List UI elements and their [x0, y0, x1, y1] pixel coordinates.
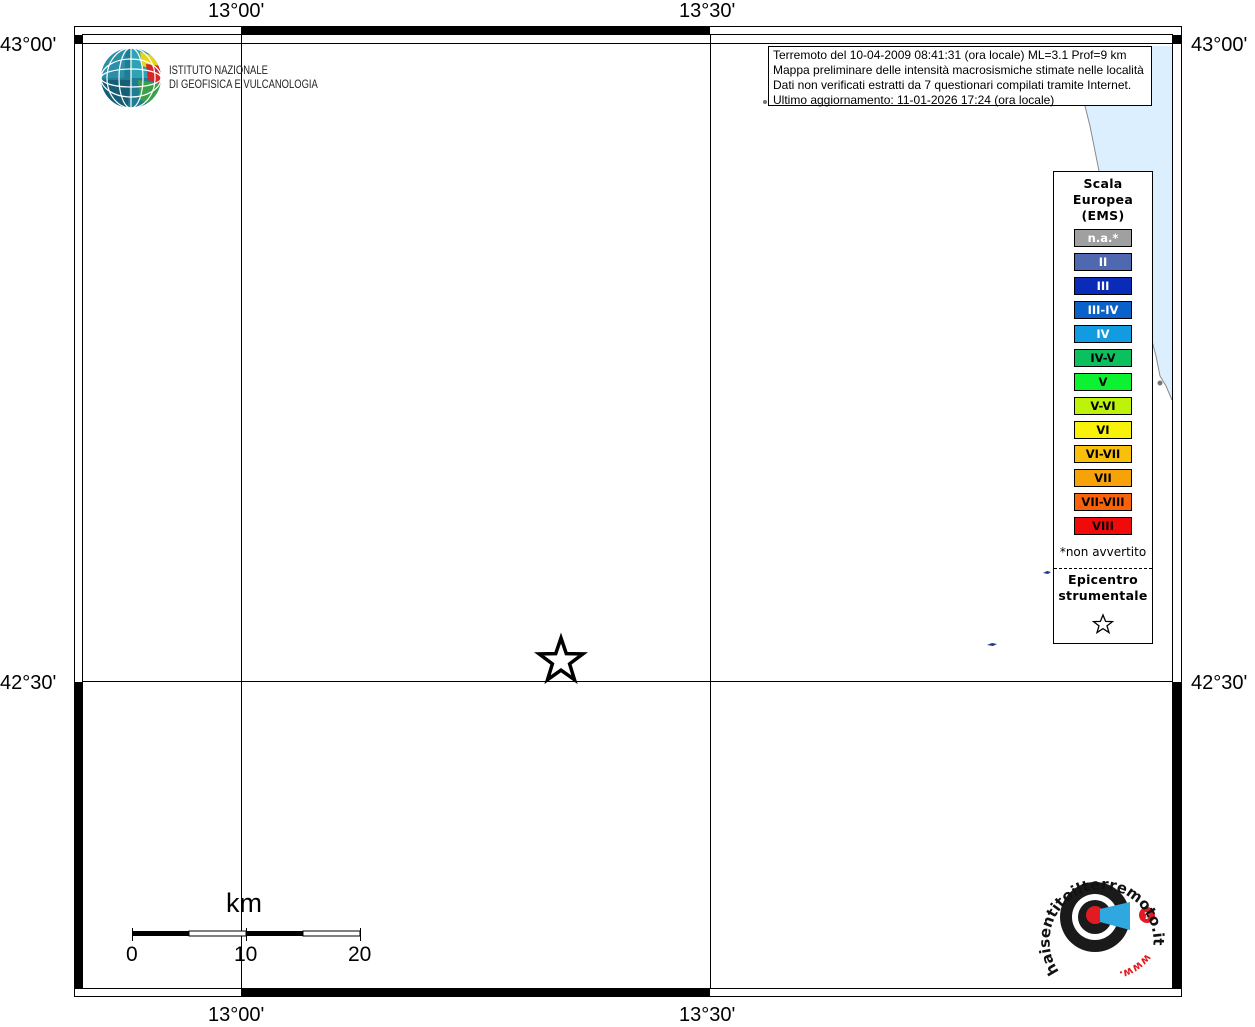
legend-note: *non avvertito: [1059, 545, 1147, 559]
scale-bar-tick-label: 10: [234, 943, 258, 966]
legend-epicenter-label: Epicentro strumentale: [1054, 572, 1152, 604]
frame-segment: [241, 989, 710, 996]
frame-segment: [1173, 682, 1181, 989]
coast-feature: [763, 100, 767, 104]
frame-segment: [75, 35, 82, 44]
map-frame-outer: [74, 26, 1182, 997]
legend-title-line: Scala: [1083, 176, 1123, 191]
legend-item: n.a.*: [1074, 229, 1132, 247]
scale-bar-tick-label: 20: [348, 943, 372, 966]
star-outline-icon: [1092, 613, 1114, 635]
scale-bar: [132, 928, 361, 941]
legend-item: III-IV: [1074, 301, 1132, 319]
legend-item: IV-V: [1074, 349, 1132, 367]
institution-name-line1: ISTITUTO NAZIONALE: [169, 65, 268, 77]
island-marker: [1043, 571, 1051, 574]
institution-name: ISTITUTO NAZIONALE DI GEOFISICA E VULCAN…: [169, 64, 318, 92]
island-marker: [987, 643, 997, 646]
scale-bar-title: km: [226, 888, 262, 918]
left-latitude-label: 43°00': [0, 34, 57, 56]
legend-item: IV: [1074, 325, 1132, 343]
map-frame-inner: [82, 34, 1173, 989]
frame-segment: [75, 682, 82, 989]
right-latitude-label: 43°00': [1191, 34, 1248, 56]
legend-item: VI: [1074, 421, 1132, 439]
frame-segment: [241, 27, 710, 34]
legend-item: V-VI: [1074, 397, 1132, 415]
legend-item: VII-VIII: [1074, 493, 1132, 511]
top-longitude-label: 13°30': [679, 0, 736, 22]
scale-bar-tick-label: 0: [126, 943, 138, 966]
event-info-line: Ultimo aggiornamento: 11-01-2026 17:24 (…: [773, 93, 1055, 107]
legend-title-line: Europea: [1072, 192, 1134, 207]
coast-feature: [1157, 380, 1163, 386]
legend-epicenter-line: strumentale: [1058, 588, 1148, 603]
institution-name-line2: DI GEOFISICA E VULCANOLOGIA: [169, 79, 318, 91]
epicenter-star-icon: [533, 632, 589, 685]
legend-title: Scala Europea (EMS): [1054, 176, 1152, 224]
legend-title-line: (EMS): [1081, 208, 1125, 223]
legend-epicenter-line: Epicentro: [1068, 572, 1138, 587]
frame-segment: [1173, 35, 1181, 44]
legend-item: III: [1074, 277, 1132, 295]
legend-item: VII: [1074, 469, 1132, 487]
svg-text:www.: www.: [1118, 951, 1154, 981]
haisentito-logo: ? haisentitoilterremoto.it www.: [1035, 875, 1167, 981]
legend-item: V: [1074, 373, 1132, 391]
right-latitude-label: 42°30': [1191, 672, 1248, 694]
left-latitude-label: 42°30': [0, 672, 57, 694]
legend-item: VIII: [1074, 517, 1132, 535]
event-info-box: Terremoto del 10-04-2009 08:41:31 (ora l…: [768, 46, 1152, 107]
top-longitude-label: 13°00': [208, 0, 265, 22]
legend-item: II: [1074, 253, 1132, 271]
ingv-globe-logo: [100, 47, 162, 109]
event-info-line: Mappa preliminare delle intensità macros…: [773, 63, 1144, 77]
legend-item: VI-VII: [1074, 445, 1132, 463]
event-info-line: Terremoto del 10-04-2009 08:41:31 (ora l…: [773, 48, 1127, 62]
legend-separator: [1054, 568, 1152, 569]
event-info-line: Dati non verificati estratti da 7 questi…: [773, 78, 1132, 92]
intensity-legend: Scala Europea (EMS) n.a.* II III III-IV IV IV…: [1053, 171, 1153, 644]
